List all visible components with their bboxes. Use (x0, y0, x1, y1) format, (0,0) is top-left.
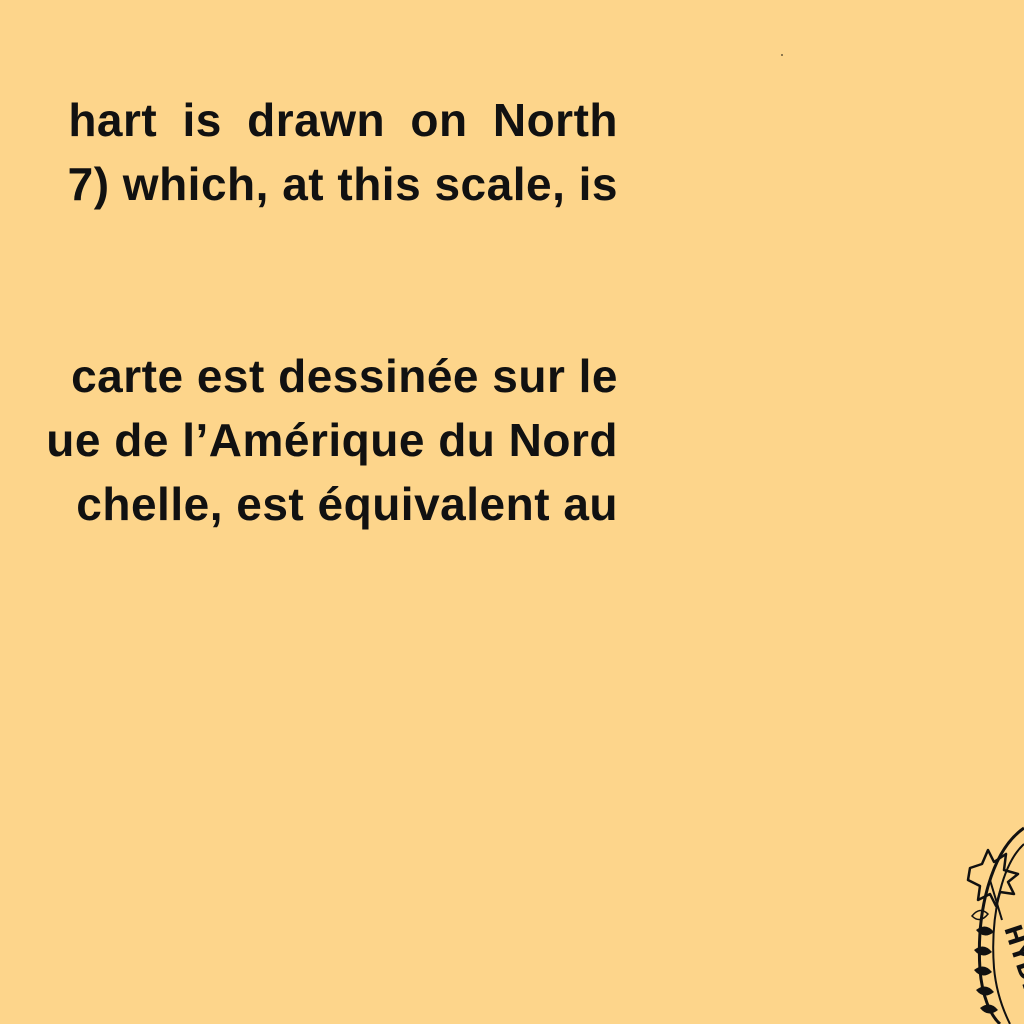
french-note-line-1: carte est dessinée sur le (71, 350, 618, 402)
french-note-line-3: chelle, est équivalent au (76, 478, 618, 530)
seal-lettering: HYDR (998, 921, 1024, 1002)
french-note-line-2: ue de l’Amérique du Nord (46, 414, 618, 466)
paper-speck (781, 54, 783, 56)
english-note: hart is drawn on North 7) which, at this… (0, 88, 618, 216)
hydrographic-seal-icon: HYDR (962, 820, 1024, 1024)
english-note-line-1: hart is drawn on North (68, 94, 618, 146)
english-note-line-2: 7) which, at this scale, is (67, 158, 618, 210)
french-note: carte est dessinée sur le ue de l’Amériq… (0, 344, 618, 536)
document-page: hart is drawn on North 7) which, at this… (0, 0, 1024, 1024)
